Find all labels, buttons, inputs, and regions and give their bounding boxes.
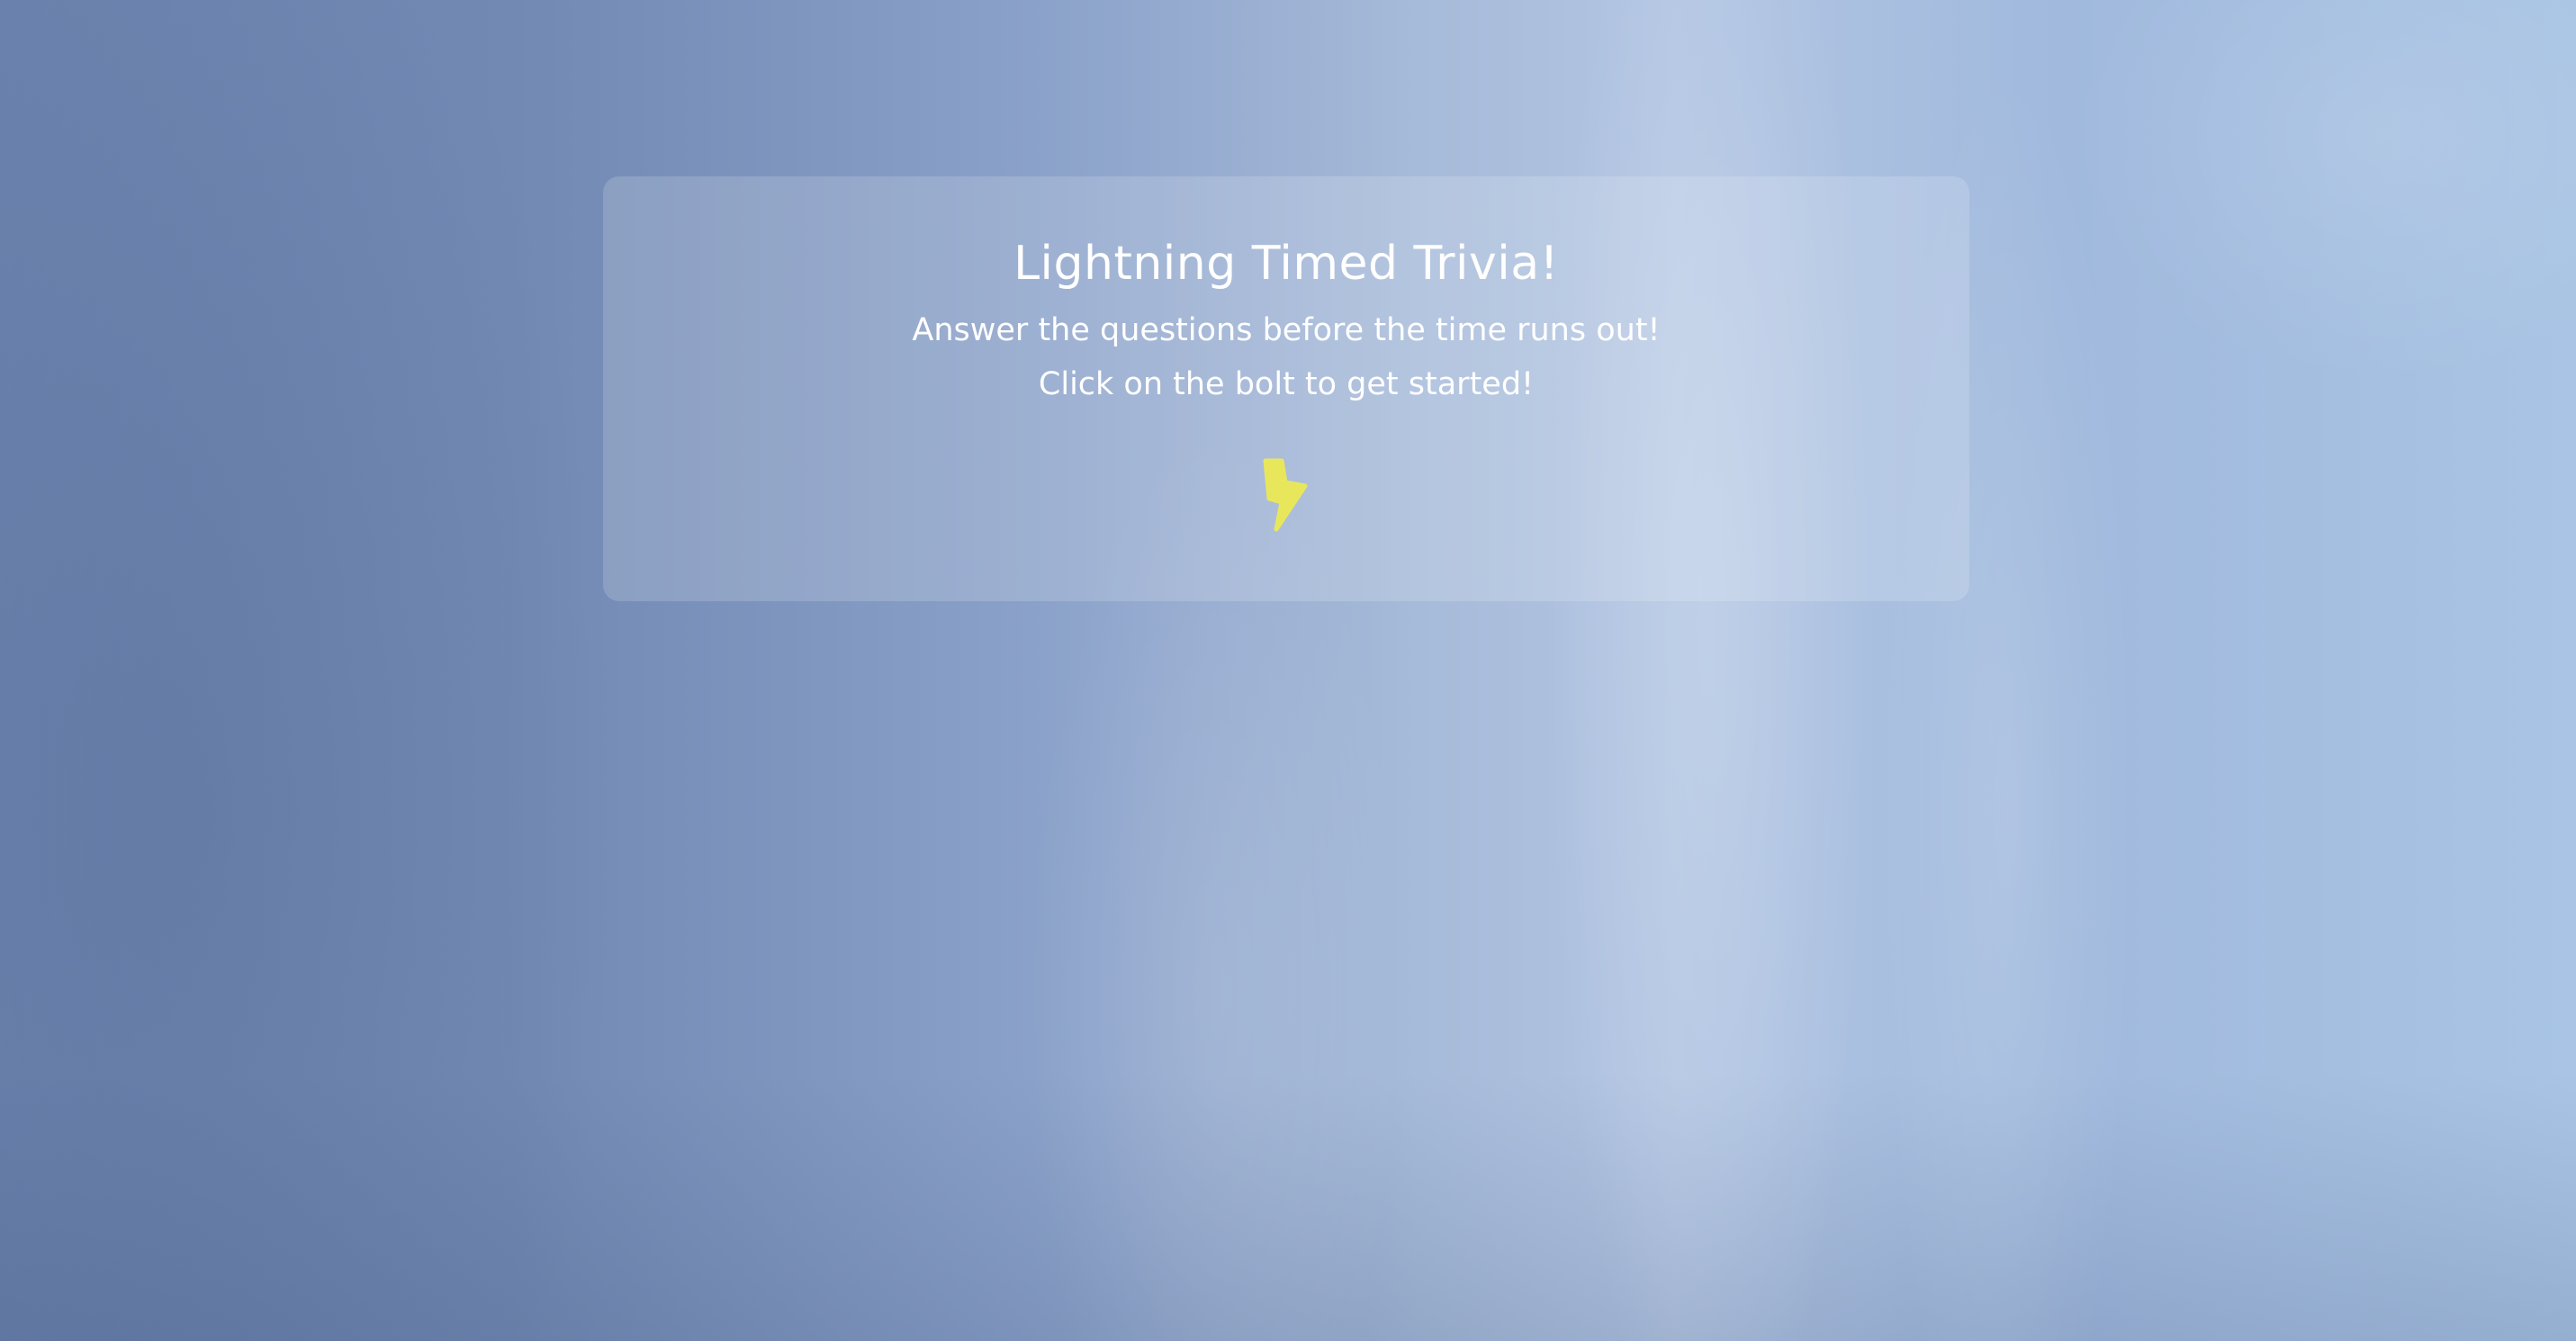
- intro-subtitle: Answer the questions before the time run…: [912, 312, 1661, 348]
- page-title: Lightning Timed Trivia!: [1013, 237, 1559, 291]
- intro-card: Lightning Timed Trivia! Answer the quest…: [603, 176, 1969, 601]
- lightning-bolt-icon: [1263, 458, 1308, 532]
- intro-instruction: Click on the bolt to get started!: [1038, 366, 1535, 402]
- start-bolt-button[interactable]: [1260, 455, 1312, 533]
